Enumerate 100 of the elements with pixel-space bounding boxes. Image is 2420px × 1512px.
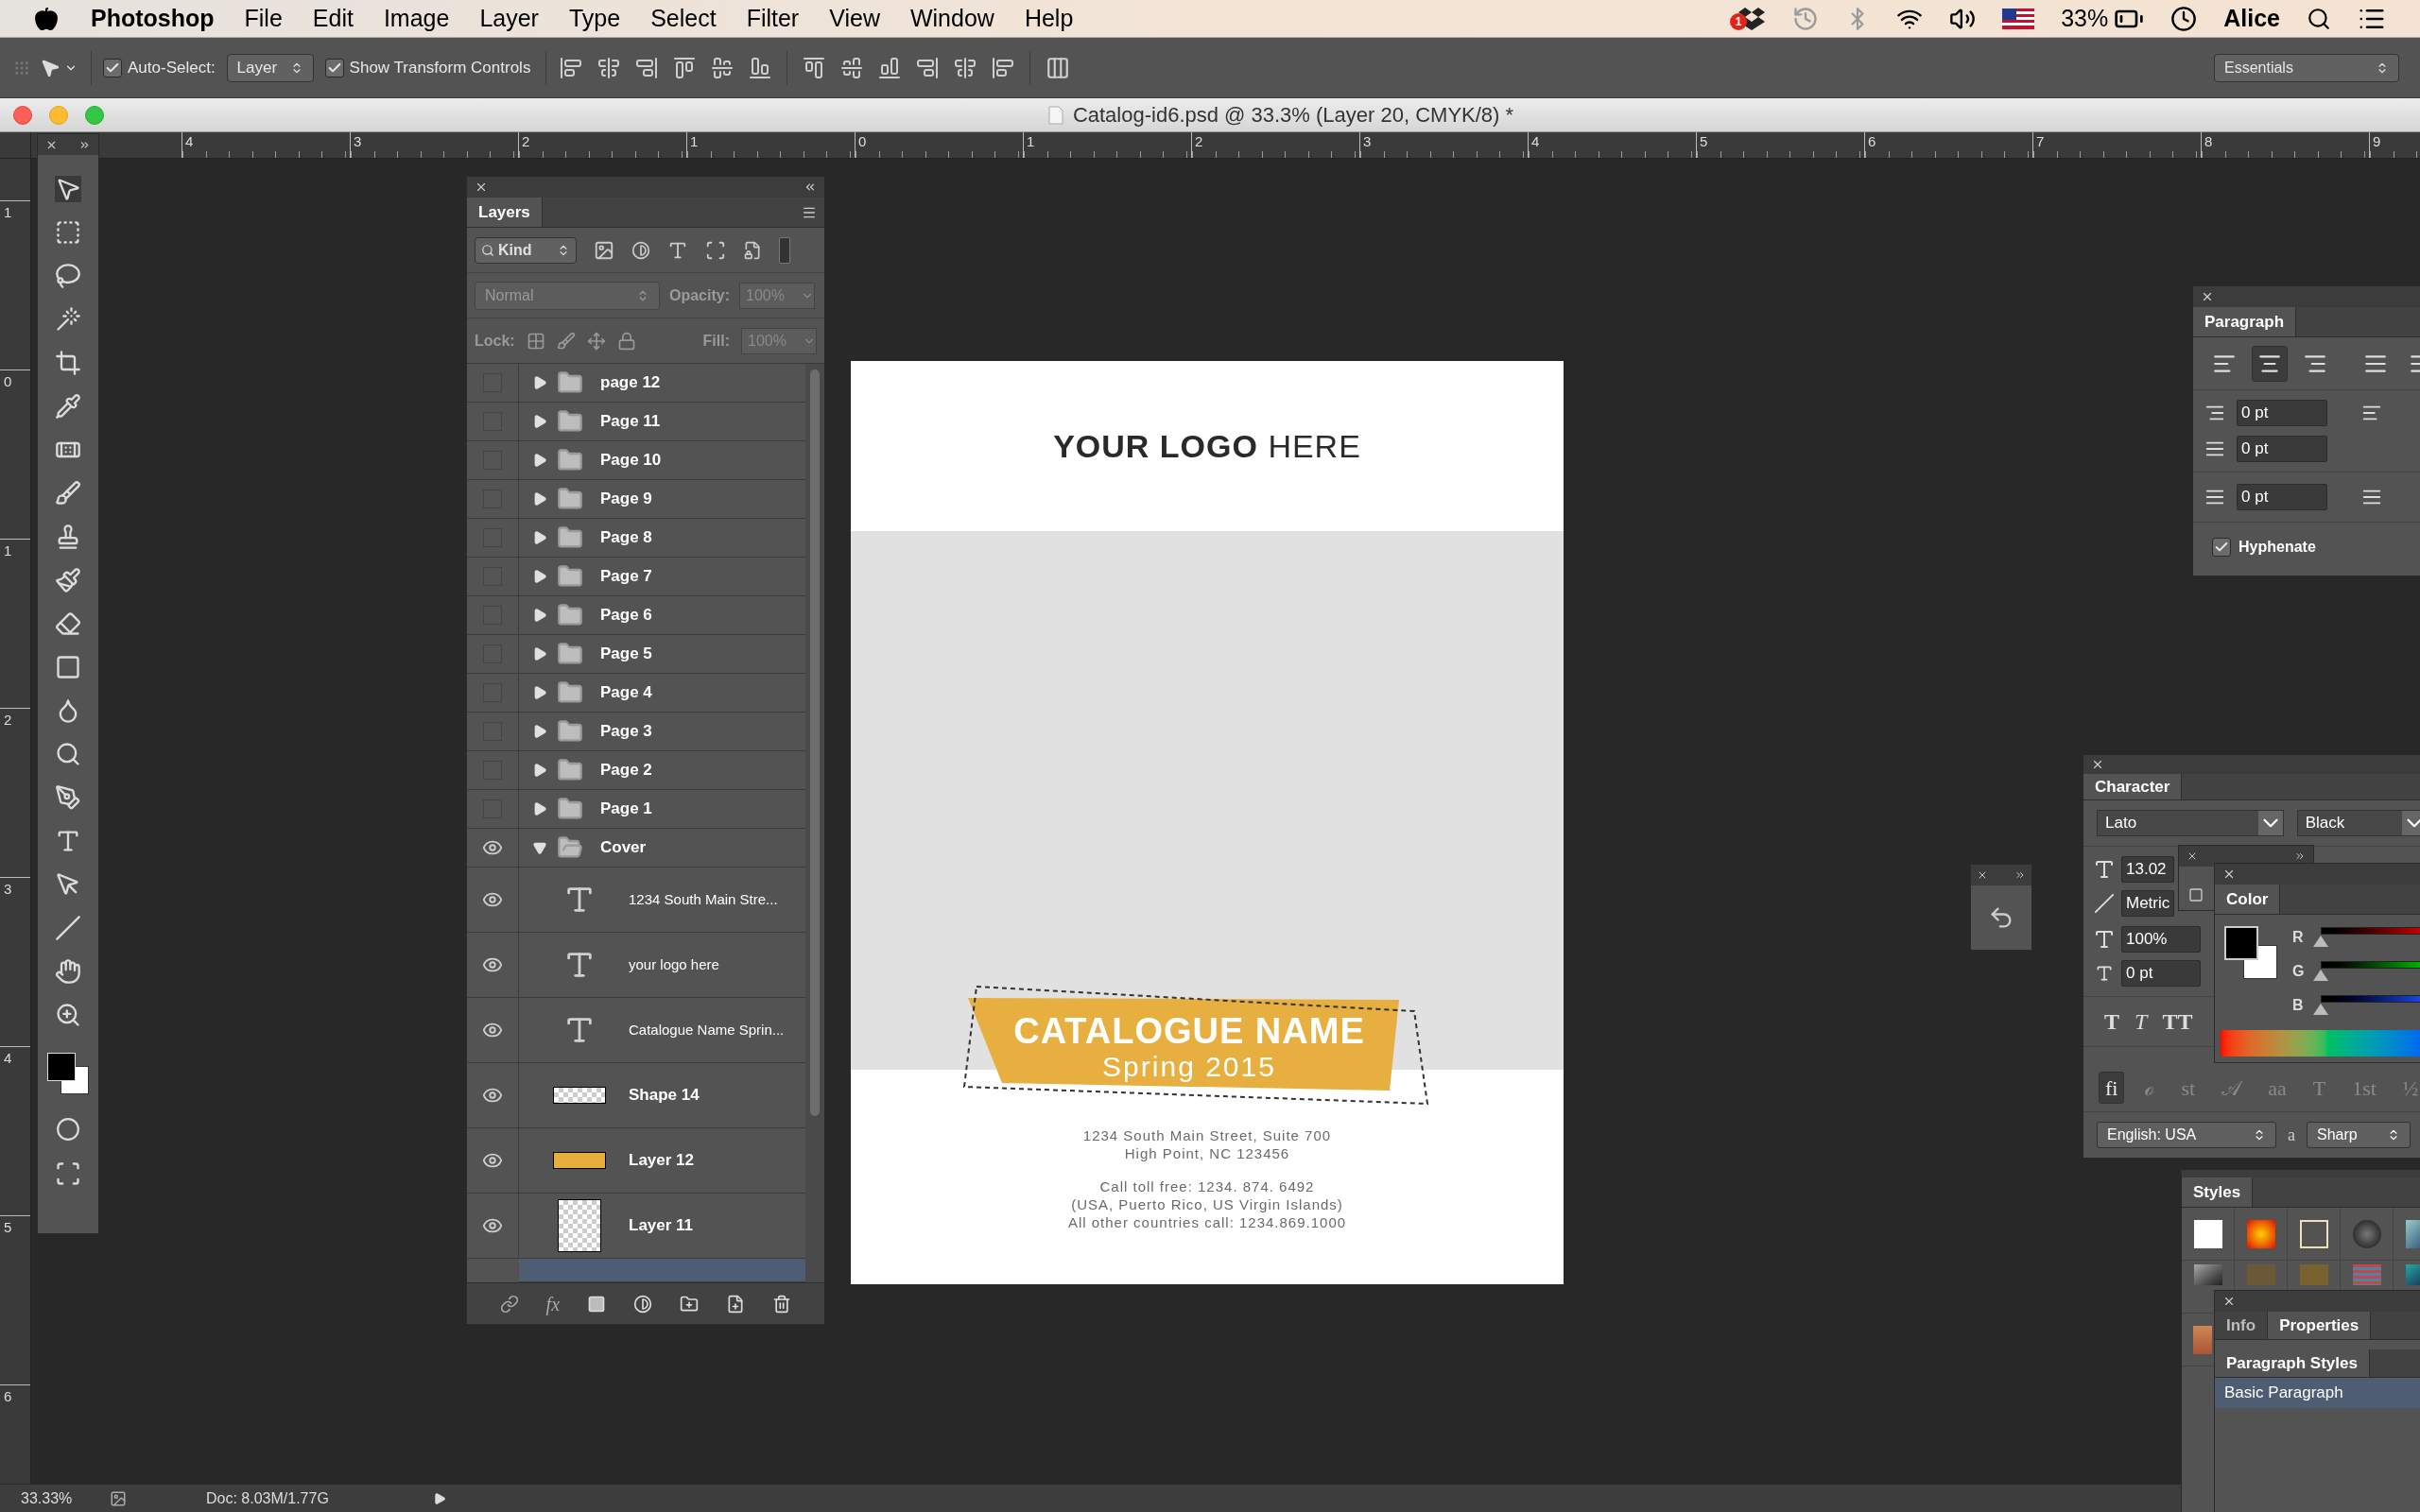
menu-item[interactable]: View — [829, 0, 880, 37]
font-style-dropdown[interactable]: Black — [2296, 810, 2420, 836]
close-icon[interactable] — [1977, 869, 1988, 881]
layer-row[interactable]: Cover — [467, 829, 805, 868]
pixel-filter-icon[interactable] — [594, 239, 614, 261]
collapsed-arrow-icon[interactable] — [532, 453, 547, 468]
style-swatch[interactable] — [2352, 1219, 2381, 1248]
collapse-icon[interactable] — [804, 180, 817, 194]
eyedropper-tool-icon[interactable] — [55, 393, 81, 420]
crop-tool-icon[interactable] — [55, 350, 81, 376]
antialias-dropdown[interactable]: Sharp — [2307, 1122, 2411, 1148]
channel-slider[interactable] — [2313, 961, 2420, 982]
scrollbar-thumb[interactable] — [810, 369, 820, 1116]
style-swatch[interactable] — [2246, 1219, 2275, 1248]
history-brush-tool-icon[interactable] — [55, 567, 81, 593]
collapsed-arrow-icon[interactable] — [532, 646, 547, 662]
auto-select-checkbox[interactable] — [103, 58, 122, 77]
app-menu[interactable]: Photoshop — [91, 0, 215, 37]
slider-thumb[interactable] — [2313, 1004, 2328, 1015]
panel-icon[interactable] — [2188, 887, 2204, 902]
menu-item[interactable]: Type — [568, 0, 621, 37]
clock-icon[interactable] — [2170, 5, 2198, 32]
expanded-arrow-icon[interactable] — [532, 840, 547, 855]
foreground-color-swatch[interactable] — [2224, 926, 2258, 960]
channel-slider[interactable] — [2313, 927, 2420, 948]
collapsed-arrow-icon[interactable] — [532, 414, 547, 429]
collapsed-arrow-icon[interactable] — [532, 608, 547, 623]
collapsed-arrow-icon[interactable] — [532, 724, 547, 739]
layer-row[interactable]: Layer 12 — [467, 1128, 805, 1194]
layer-row[interactable]: your logo here — [467, 933, 805, 998]
kerning-field[interactable]: Metric — [2121, 890, 2174, 917]
lock-all-icon[interactable] — [616, 331, 636, 351]
filter-toggle[interactable] — [779, 236, 790, 264]
lock-transparency-icon[interactable] — [526, 331, 545, 351]
expand-icon[interactable] — [2294, 850, 2306, 862]
menu-item[interactable]: Window — [909, 0, 994, 37]
panel-tab[interactable]: Paragraph Styles — [2215, 1349, 2370, 1377]
style-swatch[interactable] — [2193, 1325, 2212, 1354]
pen-tool-icon[interactable] — [55, 784, 81, 811]
menu-item[interactable]: Layer — [479, 0, 539, 37]
layer-row[interactable]: Page 2 — [467, 751, 805, 790]
layer-row[interactable]: Page 8 — [467, 519, 805, 558]
layer-row[interactable]: page 12 — [467, 364, 805, 403]
panel-tab[interactable]: Layers — [467, 198, 543, 227]
panel-tab[interactable]: Paragraph — [2193, 307, 2297, 336]
style-swatch[interactable] — [2299, 1219, 2328, 1248]
color-spectrum[interactable] — [2221, 1030, 2420, 1057]
collapsed-arrow-icon[interactable] — [532, 763, 547, 778]
type-style-button[interactable]: TT — [2162, 1005, 2193, 1039]
font-size-field[interactable]: 13.02 — [2121, 856, 2174, 883]
menu-item[interactable]: Select — [650, 0, 717, 37]
status-menu-arrow-icon[interactable] — [433, 1491, 446, 1505]
paragraph-style-item[interactable]: Basic Paragraph — [2215, 1378, 2420, 1408]
link-layers-icon[interactable] — [499, 1294, 519, 1314]
marquee-tool-icon[interactable] — [55, 219, 81, 246]
menu-item[interactable]: File — [244, 0, 283, 37]
move-tool-icon[interactable] — [55, 176, 81, 202]
layer-row[interactable]: Page 10 — [467, 441, 805, 480]
close-icon[interactable] — [2222, 868, 2236, 881]
layer-row[interactable]: Page 9 — [467, 480, 805, 519]
layer-row[interactable]: Page 7 — [467, 558, 805, 596]
collapsed-arrow-icon[interactable] — [532, 569, 547, 584]
new-group-icon[interactable] — [680, 1294, 700, 1314]
space-before-field[interactable]: 0 pt — [2237, 484, 2327, 510]
user-name[interactable]: Alice — [2223, 0, 2280, 37]
auto-align-icon[interactable] — [1046, 55, 1071, 80]
collapsed-arrow-icon[interactable] — [532, 530, 547, 545]
font-family-dropdown[interactable]: Lato — [2097, 810, 2284, 836]
brush-tool-icon[interactable] — [55, 480, 81, 507]
first-line-indent-field[interactable]: 0 pt — [2237, 436, 2327, 462]
eraser-tool-icon[interactable] — [55, 610, 81, 637]
fx-icon[interactable]: fx — [545, 1289, 561, 1318]
flag-icon[interactable] — [2002, 8, 2035, 29]
panel-tab[interactable]: Styles — [2182, 1177, 2254, 1207]
delete-layer-icon[interactable] — [772, 1294, 792, 1314]
panel-tab[interactable]: Character — [2083, 773, 2183, 799]
slider-thumb[interactable] — [2313, 936, 2328, 947]
filter-kind-dropdown[interactable]: Kind — [475, 236, 577, 264]
zoom-level[interactable]: 33.33% — [0, 1486, 95, 1510]
style-swatch[interactable] — [2193, 1219, 2222, 1248]
layer-row[interactable]: 1234 South Main Stre... — [467, 868, 805, 933]
layer-row[interactable]: Layer 11 — [467, 1194, 805, 1259]
hand-tool-icon[interactable] — [55, 958, 81, 985]
close-icon[interactable] — [2222, 1295, 2236, 1308]
panel-tab[interactable]: Properties — [2268, 1312, 2372, 1339]
apple-icon[interactable] — [34, 6, 59, 31]
lasso-tool-icon[interactable] — [55, 263, 81, 289]
layer-row[interactable]: Page 4 — [467, 674, 805, 713]
magic-wand-tool-icon[interactable] — [55, 306, 81, 333]
collapsed-arrow-icon[interactable] — [532, 491, 547, 507]
menu-item[interactable]: Filter — [746, 0, 800, 37]
style-swatch[interactable] — [2299, 1264, 2328, 1285]
collapsed-arrow-icon[interactable] — [532, 685, 547, 700]
panel-tab[interactable]: Color — [2215, 885, 2281, 914]
close-icon[interactable] — [2201, 290, 2214, 303]
language-dropdown[interactable]: English: USA — [2097, 1122, 2276, 1148]
color-swatches-drawing[interactable] — [47, 1053, 89, 1094]
adjustment-filter-icon[interactable] — [631, 240, 650, 260]
opentype-button[interactable]: fi — [2099, 1072, 2125, 1104]
close-window-button[interactable] — [13, 105, 32, 125]
